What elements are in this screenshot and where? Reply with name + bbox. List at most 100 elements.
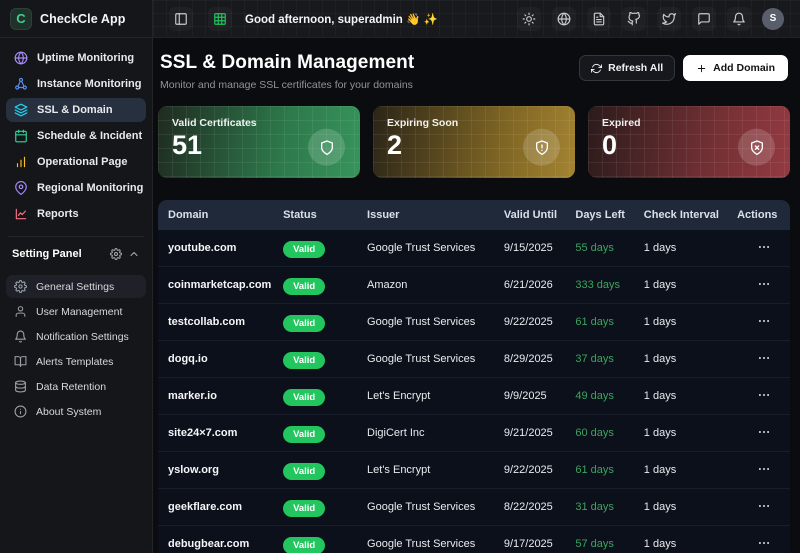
settings-item-notification-settings[interactable]: Notification Settings [6,325,146,348]
user-avatar[interactable]: S [762,8,784,30]
cell-check-interval: 1 days [644,242,737,254]
status-badge: Valid [283,500,325,517]
table-row: testcollab.comValidGoogle Trust Services… [158,304,790,341]
calendar-icon [14,129,28,143]
add-domain-button[interactable]: Add Domain [683,55,788,81]
stat-card-expiring-soon: Expiring Soon2 [373,106,575,178]
sidebar-item-schedule-incident[interactable]: Schedule & Incident [6,124,146,148]
row-actions-button[interactable] [753,534,775,553]
panel-left-button[interactable] [169,7,193,31]
cell-status: Valid [283,239,367,258]
github-button[interactable] [622,7,646,31]
file-text-icon [592,12,606,26]
cell-domain: geekflare.com [168,501,283,513]
sidebar-item-label: SSL & Domain [37,104,113,116]
settings-item-user-management[interactable]: User Management [6,300,146,323]
cell-valid-until: 9/15/2025 [504,242,576,254]
bell-button[interactable] [727,7,751,31]
row-actions-button[interactable] [753,238,775,259]
cell-issuer: Google Trust Services [367,538,504,550]
cell-issuer: Amazon [367,279,504,291]
shield-alert-icon [523,129,560,166]
user-icon [14,305,27,318]
status-badge: Valid [283,241,325,258]
settings-item-label: User Management [36,306,122,318]
refresh-all-button[interactable]: Refresh All [579,55,675,81]
settings-item-general-settings[interactable]: General Settings [6,275,146,298]
cell-days-left: 55 days [575,242,643,254]
plus-icon [696,63,707,74]
content-column: Good afternoon, superadmin 👋 ✨ S SSL & D… [153,0,800,553]
settings-item-label: General Settings [36,281,114,293]
cell-valid-until: 9/22/2025 [504,316,576,328]
cell-issuer: DigiCert Inc [367,427,504,439]
page-subtitle: Monitor and manage SSL certificates for … [160,79,414,91]
column-header-days-left: Days Left [575,209,643,221]
topbar: Good afternoon, superadmin 👋 ✨ S [153,0,800,38]
cell-valid-until: 9/17/2025 [504,538,576,550]
status-badge: Valid [283,315,325,332]
app-title: CheckCle App [40,12,125,26]
cell-issuer: Google Trust Services [367,242,504,254]
cell-actions [737,497,790,518]
table-row: site24×7.comValidDigiCert Inc9/21/202560… [158,415,790,452]
topbar-left-icons [169,7,232,31]
sidebar-item-regional-monitoring[interactable]: Regional Monitoring [6,176,146,200]
app-logo[interactable]: C CheckCle App [0,0,152,38]
sidebar-item-instance-monitoring[interactable]: Instance Monitoring [6,72,146,96]
app-logo-icon: C [10,8,32,30]
file-text-button[interactable] [587,7,611,31]
sidebar-item-operational-page[interactable]: Operational Page [6,150,146,174]
sun-button[interactable] [517,7,541,31]
row-actions-button[interactable] [753,497,775,518]
sidebar-item-uptime-monitoring[interactable]: Uptime Monitoring [6,46,146,70]
row-actions-button[interactable] [753,349,775,370]
message-square-button[interactable] [692,7,716,31]
row-actions-button[interactable] [753,275,775,296]
stat-label: Valid Certificates [172,117,346,129]
cell-actions [737,349,790,370]
settings-item-data-retention[interactable]: Data Retention [6,375,146,398]
grid-icon [213,12,227,26]
twitter-button[interactable] [657,7,681,31]
row-actions-button[interactable] [753,386,775,407]
sidebar-item-label: Regional Monitoring [37,182,143,194]
cell-issuer: Google Trust Services [367,501,504,513]
gear-icon [110,248,122,260]
cell-valid-until: 8/22/2025 [504,501,576,513]
cell-domain: marker.io [168,390,283,402]
row-actions-button[interactable] [753,423,775,444]
refresh-icon [591,63,602,74]
sidebar-item-label: Instance Monitoring [37,78,142,90]
cell-domain: site24×7.com [168,427,283,439]
cell-actions [737,312,790,333]
settings-item-about-system[interactable]: About System [6,400,146,423]
cell-valid-until: 9/9/2025 [504,390,576,402]
gear-icon [14,280,27,293]
settings-item-alerts-templates[interactable]: Alerts Templates [6,350,146,373]
column-header-issuer: Issuer [367,209,504,221]
settings-item-label: Data Retention [36,381,106,393]
message-square-icon [697,12,711,26]
row-actions-button[interactable] [753,460,775,481]
sidebar-item-ssl-domain[interactable]: SSL & Domain [6,98,146,122]
grid-button[interactable] [208,7,232,31]
sidebar: C CheckCle App Uptime Monitoring Instance… [0,0,153,553]
settings-panel-header[interactable]: Setting Panel [0,237,152,267]
settings-item-label: About System [36,406,101,418]
cell-status: Valid [283,498,367,517]
column-header-domain: Domain [168,209,283,221]
database-icon [14,380,27,393]
cell-check-interval: 1 days [644,353,737,365]
row-actions-button[interactable] [753,312,775,333]
cell-valid-until: 6/21/2026 [504,279,576,291]
globe-button[interactable] [552,7,576,31]
cell-check-interval: 1 days [644,316,737,328]
cell-actions [737,238,790,259]
cell-status: Valid [283,535,367,553]
cell-domain: youtube.com [168,242,283,254]
sidebar-item-reports[interactable]: Reports [6,202,146,226]
cell-domain: debugbear.com [168,538,283,550]
page-title: SSL & Domain Management [160,52,414,74]
settings-nav: General Settings User Management Notificat… [0,267,152,425]
